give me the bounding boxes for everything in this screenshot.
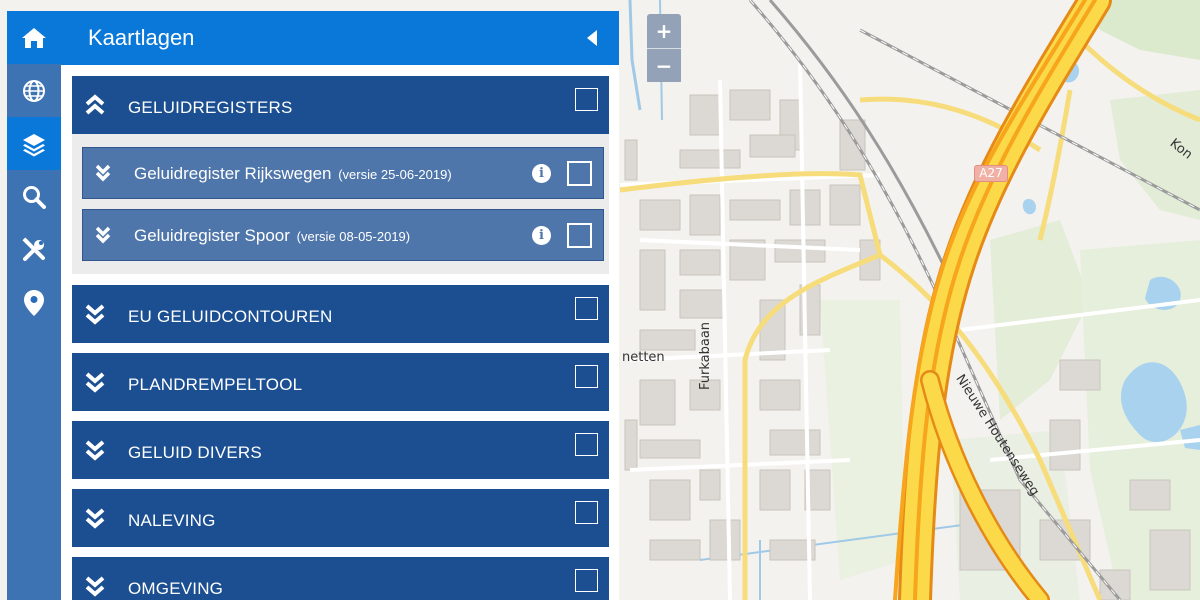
- zoom-control: + −: [647, 14, 681, 84]
- chevron-double-down-icon: [95, 226, 111, 244]
- layer-item-version: (versie 08-05-2019): [296, 229, 411, 244]
- chevron-double-up-icon: [85, 94, 105, 115]
- layer-group-checkbox[interactable]: [575, 365, 598, 388]
- layer-group-label: GELUIDREGISTERS: [128, 98, 293, 117]
- tool-rail: [7, 11, 61, 600]
- chevron-double-down-icon: [85, 576, 105, 597]
- layer-group-label: GELUID DIVERS: [128, 443, 262, 462]
- street-label: Furkabaan: [698, 321, 713, 390]
- chevron-double-down-icon: [95, 164, 111, 182]
- layer-item-label: Geluidregister Rijkswegen (versie 25-06-…: [134, 164, 452, 183]
- zoom-out-button[interactable]: −: [647, 48, 681, 82]
- search-button[interactable]: [7, 170, 61, 223]
- layers-icon: [23, 133, 45, 156]
- home-button[interactable]: [7, 11, 61, 64]
- chevron-double-down-icon: [85, 304, 105, 325]
- layer-item-label: Geluidregister Spoor (versie 08-05-2019): [134, 226, 411, 245]
- layer-item-checkbox[interactable]: [567, 223, 592, 248]
- layers-button[interactable]: [7, 117, 61, 170]
- tools-icon: [22, 236, 45, 261]
- chevron-double-down-icon: [85, 440, 105, 461]
- layer-list: GELUIDREGISTERS Geluidregister Rijkswege…: [72, 76, 609, 600]
- layer-group-label: OMGEVING: [128, 579, 224, 598]
- layer-group-checkbox[interactable]: [575, 569, 598, 592]
- highway-shield: A27: [974, 165, 1008, 182]
- zoom-in-button[interactable]: +: [647, 14, 681, 48]
- layer-group-checkbox[interactable]: [575, 88, 598, 111]
- search-icon: [23, 185, 46, 209]
- layer-group-checkbox[interactable]: [575, 433, 598, 456]
- layer-item-rijkswegen[interactable]: Geluidregister Rijkswegen (versie 25-06-…: [82, 147, 604, 199]
- chevron-double-down-icon: [85, 372, 105, 393]
- layer-group-plandrempeltool[interactable]: PLANDREMPELTOOL: [72, 353, 609, 411]
- layer-group-label: PLANDREMPELTOOL: [128, 375, 303, 394]
- layer-group-label: EU GELUIDCONTOUREN: [128, 307, 333, 326]
- location-button[interactable]: [7, 276, 61, 329]
- globe-icon: [23, 79, 45, 102]
- panel-title: Kaartlagen: [88, 25, 195, 50]
- map-layers-panel: Kaartlagen GELUIDREGISTERS Geluidregiste…: [61, 11, 619, 600]
- location-pin-icon: [24, 289, 44, 316]
- layer-sublist: Geluidregister Rijkswegen (versie 25-06-…: [72, 134, 609, 274]
- layer-group-label: NALEVING: [128, 511, 216, 530]
- info-icon[interactable]: i: [532, 164, 551, 183]
- layer-item-checkbox[interactable]: [567, 161, 592, 186]
- layer-group-checkbox[interactable]: [575, 501, 598, 524]
- place-label: netten: [622, 350, 665, 365]
- caret-left-icon: [587, 30, 597, 46]
- layer-group-omgeving[interactable]: OMGEVING: [72, 557, 609, 600]
- panel-header: Kaartlagen: [61, 11, 619, 65]
- layer-group-geluidregisters[interactable]: GELUIDREGISTERS: [72, 76, 609, 134]
- layer-group-checkbox[interactable]: [575, 297, 598, 320]
- layer-item-spoor[interactable]: Geluidregister Spoor (versie 08-05-2019)…: [82, 209, 604, 261]
- layer-group-naleving[interactable]: NALEVING: [72, 489, 609, 547]
- layer-item-version: (versie 25-06-2019): [338, 167, 452, 182]
- chevron-double-down-icon: [85, 508, 105, 529]
- layer-group-eu-geluidcontouren[interactable]: EU GELUIDCONTOUREN: [72, 285, 609, 343]
- basemap-button[interactable]: [7, 64, 61, 117]
- info-icon[interactable]: i: [532, 226, 551, 245]
- tools-button[interactable]: [7, 223, 61, 276]
- layer-group-geluid-divers[interactable]: GELUID DIVERS: [72, 421, 609, 479]
- home-icon: [22, 27, 46, 48]
- collapse-panel-button[interactable]: [585, 28, 599, 48]
